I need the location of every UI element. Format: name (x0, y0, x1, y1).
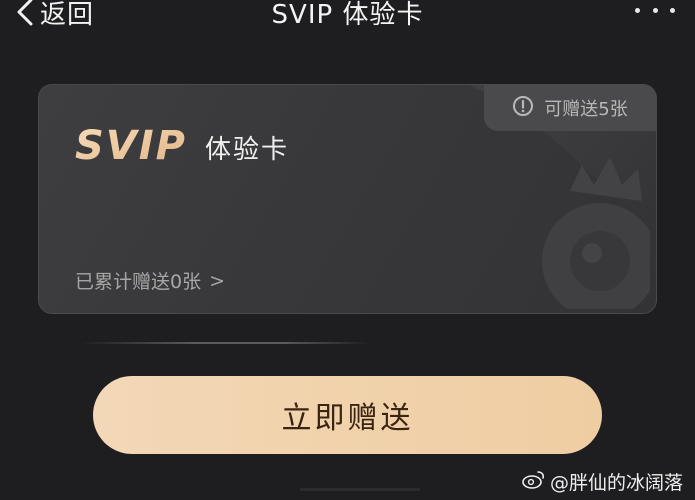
card-name: 体验卡 (205, 135, 290, 165)
gift-quota-text: 可赠送5张 (544, 99, 628, 120)
top-bar: 返回 SVIP 体验卡 (0, 0, 695, 34)
watermark: @胖仙的冰阔落 (522, 468, 683, 495)
home-indicator (300, 488, 420, 491)
gift-now-button[interactable]: 立即赠送 (93, 376, 602, 454)
svip-logo: SVIP (73, 119, 193, 175)
gift-quota-badge: 可赠送5张 (484, 85, 656, 131)
more-dots-icon[interactable] (635, 0, 675, 20)
more-dot (652, 7, 658, 13)
sent-count-text: 已累计赠送0张 (75, 271, 202, 293)
svip-card: 可赠送5张 SVIP 体验卡 已累计赠送0张 > (38, 84, 657, 314)
page-title: SVIP 体验卡 (271, 0, 424, 30)
svip-logo-text: SVIP (75, 123, 187, 169)
gift-now-label: 立即赠送 (281, 401, 414, 436)
more-dot (670, 7, 675, 13)
more-dot (635, 7, 640, 13)
chevron-right-icon: > (209, 269, 226, 292)
weibo-icon (522, 469, 546, 494)
watermark-text: @胖仙的冰阔落 (549, 472, 683, 494)
divider (80, 342, 370, 344)
sent-count-link[interactable]: 已累计赠送0张 > (75, 267, 225, 294)
info-icon (512, 95, 534, 121)
crown-mascot-icon (542, 157, 650, 309)
